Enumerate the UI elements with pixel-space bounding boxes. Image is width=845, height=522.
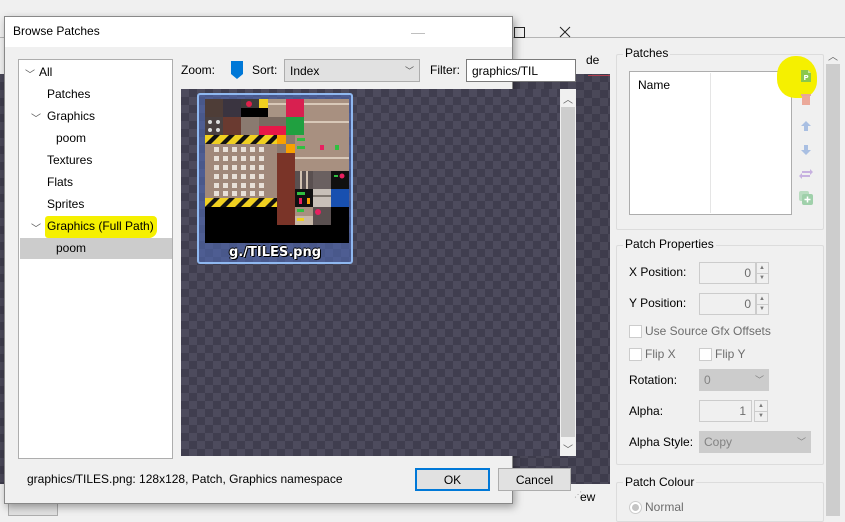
move-down-icon[interactable] <box>798 142 814 158</box>
tree-item-graphics[interactable]: Graphics <box>47 106 95 126</box>
normal-radio[interactable] <box>629 501 642 514</box>
background-partial-label: de <box>586 53 600 67</box>
close-button[interactable] <box>545 17 585 47</box>
tiles-thumbnail-image <box>205 99 349 243</box>
rotation-value: 0 <box>704 373 711 387</box>
rotation-label: Rotation: <box>629 373 678 387</box>
patch-thumbnail <box>205 99 349 243</box>
alpha-style-label: Alpha Style: <box>629 435 694 449</box>
use-source-offsets-label: Use Source Gfx Offsets <box>645 324 771 338</box>
flip-y-label: Flip Y <box>715 347 746 361</box>
scroll-up-icon[interactable]: ︿ <box>825 48 841 63</box>
category-tree[interactable]: ﹀ All Patches ﹀ Graphics poom Textures F… <box>18 59 173 459</box>
gallery-scrollbar[interactable]: ︿ ﹀ <box>560 89 576 456</box>
tree-item-full-path-poom[interactable]: poom <box>56 238 86 258</box>
tree-item-textures[interactable]: Textures <box>47 150 92 170</box>
svg-text:P: P <box>804 74 809 82</box>
radio-dot <box>632 504 639 511</box>
add-patch-icon[interactable]: P <box>798 68 814 84</box>
alpha-input[interactable]: 1 <box>699 400 752 422</box>
filter-input[interactable] <box>466 59 576 82</box>
chevron-down-icon[interactable]: ﹀ <box>31 220 41 235</box>
filter-label: Filter: <box>430 63 460 77</box>
dialog-title: Browse Patches <box>13 24 100 38</box>
spin-up-icon[interactable]: ▲ <box>756 294 768 304</box>
duplicate-patch-icon[interactable] <box>798 190 814 206</box>
spin-up-icon[interactable]: ▲ <box>756 263 768 273</box>
spin-up-icon[interactable]: ▲ <box>755 401 767 411</box>
scroll-up-icon[interactable]: ︿ <box>560 91 576 106</box>
flip-x-label: Flip X <box>645 347 676 361</box>
cancel-button[interactable]: Cancel <box>498 468 571 491</box>
x-position-input[interactable]: 0 <box>699 262 757 284</box>
spin-down-icon[interactable]: ▼ <box>756 272 768 284</box>
flip-x-checkbox[interactable] <box>629 348 642 361</box>
tree-item-flats[interactable]: Flats <box>47 172 73 192</box>
y-position-spinner[interactable]: ▲ ▼ <box>755 293 769 315</box>
status-text: graphics/TILES.png: 128x128, Patch, Grap… <box>27 472 343 486</box>
spin-down-icon[interactable]: ▼ <box>755 410 767 422</box>
tree-item-all[interactable]: All <box>39 62 52 82</box>
spin-down-icon[interactable]: ▼ <box>756 303 768 315</box>
replace-patch-icon[interactable] <box>798 166 814 182</box>
scrollbar-thumb[interactable] <box>826 64 840 516</box>
move-up-icon[interactable] <box>798 118 814 134</box>
x-position-spinner[interactable]: ▲ ▼ <box>755 262 769 284</box>
tree-item-sprites[interactable]: Sprites <box>47 194 84 214</box>
patches-name-column-header[interactable]: Name <box>638 78 670 92</box>
gallery-item-name: g./TILES.png <box>228 245 322 260</box>
normal-radio-label: Normal <box>645 500 684 514</box>
zoom-slider[interactable] <box>231 61 243 79</box>
chevron-down-icon: ﹀ <box>754 375 764 385</box>
tree-selection <box>20 238 172 259</box>
scroll-down-icon[interactable]: ﹀ <box>560 441 576 456</box>
gallery-item[interactable]: g./TILES.png <box>197 93 353 264</box>
use-source-offsets-checkbox[interactable] <box>629 325 642 338</box>
x-position-label: X Position: <box>629 265 687 279</box>
patch-properties-title: Patch Properties <box>623 237 716 251</box>
right-panel-scrollbar[interactable]: ︿ <box>825 46 841 516</box>
tree-item-graphics-poom[interactable]: poom <box>56 128 86 148</box>
alpha-style-value: Copy <box>704 435 733 449</box>
scrollbar-thumb[interactable] <box>561 107 575 437</box>
patches-group-title: Patches <box>623 46 671 60</box>
ok-button[interactable]: OK <box>415 468 490 491</box>
patch-colour-title: Patch Colour <box>623 475 697 489</box>
maximize-icon <box>513 26 525 38</box>
minimize-button[interactable]: — <box>398 17 438 47</box>
alpha-spinner[interactable]: ▲ ▼ <box>754 400 768 422</box>
chevron-down-icon: ﹀ <box>796 437 806 447</box>
sort-value: Index <box>290 64 320 78</box>
y-position-input[interactable]: 0 <box>699 293 757 315</box>
alpha-style-select[interactable]: Copy ﹀ <box>699 431 811 453</box>
maximize-button[interactable] <box>499 17 539 47</box>
sort-label: Sort: <box>252 63 278 77</box>
column-separator[interactable] <box>710 73 711 213</box>
flip-y-checkbox[interactable] <box>699 348 712 361</box>
remove-patch-icon[interactable] <box>798 92 814 108</box>
alpha-label: Alpha: <box>629 404 664 418</box>
chevron-down-icon[interactable]: ﹀ <box>25 66 35 81</box>
tree-item-graphics-full-path[interactable]: Graphics (Full Path) <box>47 216 154 236</box>
resize-grip-icon[interactable]: ⋰ <box>574 490 584 500</box>
canvas-boundary-line <box>588 75 610 76</box>
chevron-down-icon[interactable]: ﹀ <box>31 110 41 125</box>
tree-item-patches[interactable]: Patches <box>47 84 90 104</box>
rotation-select[interactable]: 0 ﹀ <box>699 369 769 391</box>
patches-list[interactable]: Name <box>629 71 792 215</box>
chevron-down-icon: ﹀ <box>404 66 414 76</box>
close-icon <box>559 26 571 38</box>
sort-select[interactable]: Index ﹀ <box>284 59 420 82</box>
y-position-label: Y Position: <box>629 296 687 310</box>
zoom-label: Zoom: <box>181 63 216 77</box>
